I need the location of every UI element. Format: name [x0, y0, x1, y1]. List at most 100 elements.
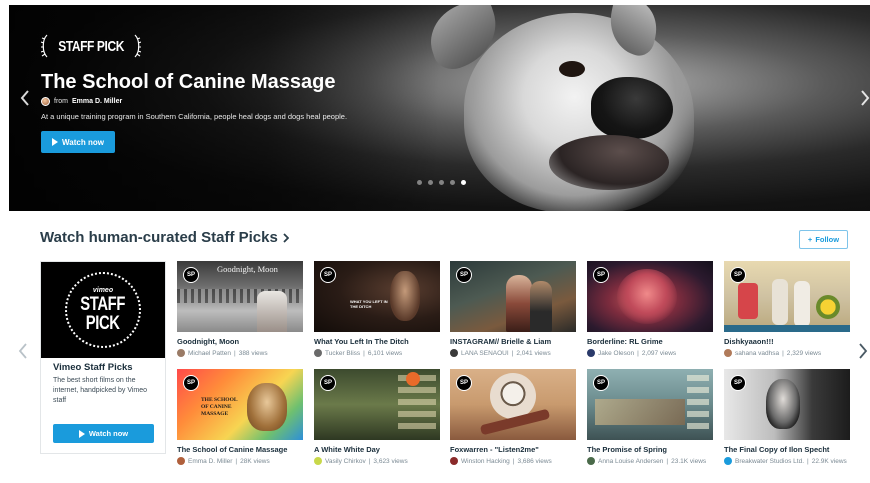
- video-thumbnail[interactable]: SP: [724, 369, 850, 440]
- video-author[interactable]: Emma D. Miller: [188, 458, 232, 465]
- pagination-dot[interactable]: [417, 180, 422, 185]
- video-title[interactable]: What You Left In The Ditch: [314, 337, 444, 346]
- video-card[interactable]: SP Borderline: RL Grime Jake Oleson | 2,…: [587, 261, 713, 363]
- video-views: 23.1K views: [671, 457, 707, 465]
- video-title[interactable]: INSTAGRAM// Brielle & Liam: [450, 337, 580, 346]
- video-meta: Anna Louise Andersen | 23.1K views: [587, 457, 717, 465]
- author-avatar[interactable]: [450, 349, 458, 357]
- video-meta: LANA SENAOUI | 2,041 views: [450, 349, 580, 357]
- staff-pick-mini-badge: SP: [456, 267, 472, 283]
- play-icon: [52, 138, 59, 146]
- video-thumbnail[interactable]: SP: [724, 261, 850, 332]
- video-meta: Vasily Chirkov | 3,623 views: [314, 457, 444, 465]
- video-title[interactable]: Foxwarren - "Listen2me": [450, 445, 580, 454]
- video-meta: sahana vadhsa | 2,329 views: [724, 349, 854, 357]
- hero-dog-snout: [591, 77, 673, 139]
- video-card[interactable]: SP The Promise of Spring Anna Louise And…: [587, 369, 713, 471]
- author-avatar[interactable]: [314, 349, 322, 357]
- carousel-prev-button[interactable]: [16, 338, 30, 364]
- meta-separator: |: [235, 457, 238, 465]
- author-avatar[interactable]: [177, 349, 185, 357]
- meta-separator: |: [511, 349, 514, 357]
- video-title[interactable]: Borderline: RL Grime: [587, 337, 717, 346]
- video-author[interactable]: Tucker Bliss: [325, 350, 360, 357]
- hero-author-link[interactable]: Emma D. Miller: [72, 98, 122, 105]
- hero-dog-mouth: [549, 135, 669, 190]
- video-title[interactable]: A White White Day: [314, 445, 444, 454]
- author-avatar[interactable]: [724, 457, 732, 465]
- hero-prev-button[interactable]: [16, 83, 34, 113]
- meta-separator: |: [782, 349, 784, 357]
- staff-pick-mini-badge: SP: [183, 375, 199, 391]
- hero-watch-now-button[interactable]: Watch now: [41, 131, 115, 153]
- video-author[interactable]: Breakwater Studios Ltd.: [735, 458, 804, 465]
- hero-next-button[interactable]: [856, 83, 870, 113]
- staff-pick-mini-badge: SP: [320, 375, 336, 391]
- video-author[interactable]: sahana vadhsa: [735, 350, 779, 357]
- staff-pick-badge: STAFF PICK: [41, 34, 142, 58]
- chevron-right-icon: [283, 232, 289, 243]
- author-avatar[interactable]: [724, 349, 732, 357]
- video-title[interactable]: Dishkyaaon!!!: [724, 337, 854, 346]
- video-meta: Breakwater Studios Ltd. | 22.9K views: [724, 457, 854, 465]
- video-title[interactable]: Goodnight, Moon: [177, 337, 307, 346]
- author-avatar[interactable]: [587, 457, 595, 465]
- staff-pick-logo: vimeo STAFF PICK: [41, 262, 165, 358]
- video-views: 6,101 views: [367, 349, 403, 357]
- video-card[interactable]: SP INSTAGRAM// Brielle & Liam LANA SENAO…: [450, 261, 576, 363]
- author-avatar[interactable]: [177, 457, 185, 465]
- video-author[interactable]: LANA SENAOUI: [461, 350, 509, 357]
- video-author[interactable]: Winston Hacking: [461, 458, 510, 465]
- video-views: 22.9K views: [811, 457, 847, 465]
- pagination-dot-active[interactable]: [461, 180, 466, 185]
- video-thumbnail[interactable]: WHAT YOU LEFT IN THE DITCH SP: [314, 261, 440, 332]
- staff-pick-mini-badge: SP: [456, 375, 472, 391]
- hero-banner[interactable]: STAFF PICK The School of Canine Massage …: [9, 5, 870, 211]
- staff-pick-mini-badge: SP: [593, 267, 609, 283]
- channel-title[interactable]: Vimeo Staff Picks: [53, 362, 133, 373]
- video-thumbnail[interactable]: SP: [450, 261, 576, 332]
- video-card[interactable]: SP Dishkyaaon!!! sahana vadhsa | 2,329 v…: [724, 261, 850, 363]
- video-views: 28K views: [240, 457, 270, 465]
- video-thumbnail[interactable]: SP: [450, 369, 576, 440]
- video-card[interactable]: SP Foxwarren - "Listen2me" Winston Hacki…: [450, 369, 576, 471]
- author-avatar[interactable]: [41, 97, 50, 106]
- follow-button[interactable]: + Follow: [799, 230, 848, 249]
- staff-pick-mini-badge: SP: [730, 267, 746, 283]
- video-thumbnail[interactable]: THE SCHOOL OF CANINE MASSAGE SP: [177, 369, 303, 440]
- video-title[interactable]: The School of Canine Massage: [177, 445, 307, 454]
- video-card[interactable]: WHAT YOU LEFT IN THE DITCH SP What You L…: [314, 261, 440, 363]
- video-views: 3,686 views: [517, 457, 552, 465]
- section-title-link[interactable]: Watch human-curated Staff Picks: [40, 229, 289, 246]
- video-card[interactable]: SP A White White Day Vasily Chirkov | 3,…: [314, 369, 440, 471]
- author-avatar[interactable]: [450, 457, 458, 465]
- video-author[interactable]: Jake Oleson: [598, 350, 634, 357]
- pagination-dot[interactable]: [450, 180, 455, 185]
- video-thumbnail[interactable]: SP: [587, 369, 713, 440]
- pagination-dot[interactable]: [439, 180, 444, 185]
- video-card[interactable]: SP The Final Copy of Ilon Specht Breakwa…: [724, 369, 850, 471]
- video-card[interactable]: Goodnight, Moon SP Goodnight, Moon Micha…: [177, 261, 303, 363]
- hero-title[interactable]: The School of Canine Massage: [41, 71, 336, 94]
- thumbnail-caption: WHAT YOU LEFT IN THE DITCH: [350, 299, 388, 309]
- staff-picks-channel-card[interactable]: vimeo STAFF PICK Vimeo Staff Picks The b…: [40, 261, 166, 454]
- staff-pick-mini-badge: SP: [183, 267, 199, 283]
- follow-label: Follow: [815, 235, 840, 244]
- author-avatar[interactable]: [314, 457, 322, 465]
- video-thumbnail[interactable]: Goodnight, Moon SP: [177, 261, 303, 332]
- video-title[interactable]: The Final Copy of Ilon Specht: [724, 445, 854, 454]
- play-icon: [78, 429, 85, 438]
- video-thumbnail[interactable]: SP: [587, 261, 713, 332]
- channel-watch-now-button[interactable]: Watch now: [53, 424, 154, 443]
- video-card[interactable]: THE SCHOOL OF CANINE MASSAGE SP The Scho…: [177, 369, 303, 471]
- video-meta: Tucker Bliss | 6,101 views: [314, 349, 444, 357]
- video-author[interactable]: Vasily Chirkov: [325, 458, 366, 465]
- carousel-next-button[interactable]: [856, 338, 870, 364]
- pagination-dot[interactable]: [428, 180, 433, 185]
- thumbnail-caption: THE SCHOOL OF CANINE MASSAGE: [201, 397, 238, 417]
- video-author[interactable]: Anna Louise Andersen: [598, 458, 663, 465]
- video-title[interactable]: The Promise of Spring: [587, 445, 717, 454]
- video-author[interactable]: Michael Patten: [188, 350, 231, 357]
- video-thumbnail[interactable]: SP: [314, 369, 440, 440]
- author-avatar[interactable]: [587, 349, 595, 357]
